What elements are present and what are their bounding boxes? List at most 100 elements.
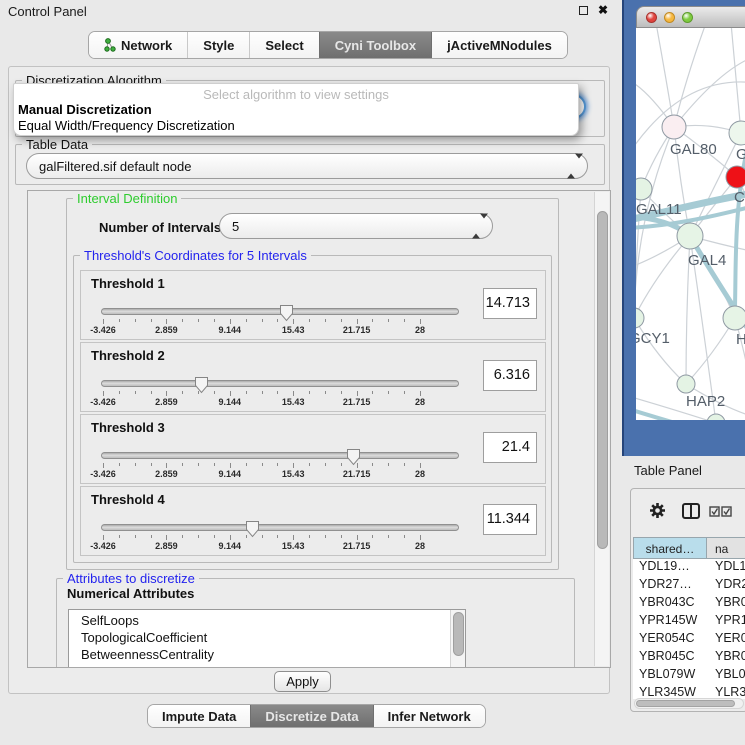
slider-tick (404, 535, 405, 538)
threshold-slider-thumb[interactable] (194, 376, 209, 394)
slider-tick (135, 535, 136, 538)
slider-tick (325, 391, 326, 394)
table-row[interactable]: YBR043CYBR0 (633, 595, 745, 613)
attribute-item-topologicalcoefficient[interactable]: TopologicalCoefficient (69, 629, 465, 646)
table-horizontal-scrollbar-thumb[interactable] (636, 700, 735, 707)
table-column-header-shared-[interactable]: shared… (633, 537, 707, 559)
tab-impute-data[interactable]: Impute Data (148, 705, 250, 727)
tab-network[interactable]: Network (89, 32, 187, 58)
attribute-item-selfloops[interactable]: SelfLoops (69, 612, 465, 629)
slider-tick-label: 15.43 (282, 325, 305, 335)
attribute-item-betweennesscentrality[interactable]: BetweennessCentrality (69, 646, 465, 663)
network-canvas[interactable]: GAL80GACGAL11GAL4GCY1HHAP2 (636, 28, 745, 420)
threshold-value-field[interactable]: 21.4 (483, 432, 537, 463)
table-horizontal-scrollbar[interactable] (634, 698, 744, 709)
slider-tick (246, 319, 247, 322)
slider-tick-label: 15.43 (282, 397, 305, 407)
network-edge[interactable] (731, 28, 741, 133)
minimize-traffic-light[interactable] (664, 12, 675, 23)
slider-tick (198, 319, 199, 322)
threshold-slider-track[interactable] (101, 380, 459, 387)
network-edge[interactable] (674, 56, 745, 127)
threshold-slider-thumb[interactable] (279, 304, 294, 322)
table-row[interactable]: YDL19…YDL1 (633, 559, 745, 577)
threshold-slider-thumb[interactable] (245, 520, 260, 538)
algorithm-option-equal-width-frequency-discretization[interactable]: Equal Width/Frequency Discretization (14, 118, 578, 134)
network-node[interactable] (636, 308, 644, 328)
attributes-group-title: Attributes to discretize (63, 571, 199, 586)
network-node[interactable] (677, 223, 703, 249)
apply-button[interactable]: Apply (274, 671, 331, 692)
threshold-slider-track[interactable] (101, 524, 459, 531)
network-edge[interactable] (636, 318, 686, 384)
table-column-header-na[interactable]: na (707, 537, 745, 559)
threshold-value-field[interactable]: 14.713 (483, 288, 537, 319)
table-row[interactable]: YBL079WYBL0 (633, 667, 745, 685)
slider-tick (103, 535, 104, 540)
number-of-intervals-label: Number of Intervals (99, 220, 221, 235)
combo-stepper-icon (567, 159, 575, 174)
tab-style[interactable]: Style (187, 32, 249, 58)
table-row[interactable]: YDR27…YDR2 (633, 577, 745, 595)
close-icon[interactable]: ✖ (598, 4, 608, 16)
slider-tick (357, 535, 358, 540)
threshold-value-field[interactable]: 11.344 (483, 504, 537, 535)
network-edge[interactable] (674, 28, 706, 127)
threshold-label: Threshold 3 (91, 420, 165, 435)
tab-infer-network[interactable]: Infer Network (373, 705, 485, 727)
network-node[interactable] (677, 375, 695, 393)
network-node-label: C (734, 189, 745, 206)
network-node[interactable] (707, 414, 725, 420)
number-of-intervals-combobox[interactable]: 5 (219, 213, 493, 239)
threshold-slider-thumb[interactable] (346, 448, 361, 466)
tab-discretize-data[interactable]: Discretize Data (250, 705, 372, 727)
close-traffic-light[interactable] (646, 12, 657, 23)
network-node[interactable] (636, 178, 652, 200)
tab-label-network: Network (121, 38, 172, 53)
slider-tick (420, 535, 421, 540)
settings-scrollbar-thumb[interactable] (597, 211, 608, 549)
network-node-label: H (736, 331, 745, 348)
slider-tick-label: 28 (415, 541, 425, 551)
slider-tick (325, 463, 326, 466)
slider-tick (246, 391, 247, 394)
slider-tick (119, 319, 120, 322)
float-window-icon[interactable] (579, 6, 588, 15)
table-row[interactable]: YPR145WYPR1 (633, 613, 745, 631)
network-edge[interactable] (636, 236, 690, 318)
network-node[interactable] (723, 306, 745, 330)
network-node-label: GAL11 (636, 201, 682, 218)
slider-tick-label: 2.859 (155, 325, 178, 335)
network-node[interactable] (729, 121, 745, 145)
thresholds-group: Threshold's Coordinates for 5 Intervals … (73, 255, 552, 563)
table-data-combobox[interactable]: galFiltered.sif default node (26, 153, 588, 179)
network-graph[interactable]: GAL80GACGAL11GAL4GCY1HHAP2 (636, 28, 745, 420)
network-window-titlebar[interactable] (636, 6, 745, 28)
table-row[interactable]: YBR045CYBR0 (633, 649, 745, 667)
settings-scrollbar[interactable] (594, 192, 609, 666)
network-node[interactable] (726, 166, 745, 188)
slider-tick (103, 319, 104, 324)
network-node[interactable] (662, 115, 686, 139)
tab-cyni-toolbox[interactable]: Cyni Toolbox (319, 32, 431, 58)
gear-icon[interactable] (649, 502, 666, 519)
tab-jactivemnodules[interactable]: jActiveMNodules (431, 32, 567, 58)
table-row[interactable]: YER054CYER0 (633, 631, 745, 649)
table-cell-shared-name: YBR045C (633, 649, 707, 667)
table-row[interactable]: YLR345WYLR3 (633, 685, 745, 699)
slider-tick (135, 463, 136, 466)
tab-select[interactable]: Select (249, 32, 318, 58)
algorithm-option-manual-discretization[interactable]: Manual Discretization (14, 102, 578, 118)
network-window-frame: GAL80GACGAL11GAL4GCY1HHAP2 (622, 0, 745, 456)
slider-tick-label: 9.144 (219, 469, 242, 479)
split-columns-icon[interactable] (682, 503, 700, 519)
show-columns-checkboxes-icon[interactable] (709, 506, 733, 517)
zoom-traffic-light[interactable] (682, 12, 693, 23)
algorithm-dropdown-hint: Select algorithm to view settings (14, 84, 578, 102)
slider-tick (166, 391, 167, 396)
attributes-scrollbar-thumb[interactable] (453, 612, 464, 656)
attributes-scrollbar[interactable] (450, 610, 465, 668)
threshold-slider-track[interactable] (101, 452, 459, 459)
threshold-label: Threshold 2 (91, 348, 165, 363)
threshold-value-field[interactable]: 6.316 (483, 360, 537, 391)
